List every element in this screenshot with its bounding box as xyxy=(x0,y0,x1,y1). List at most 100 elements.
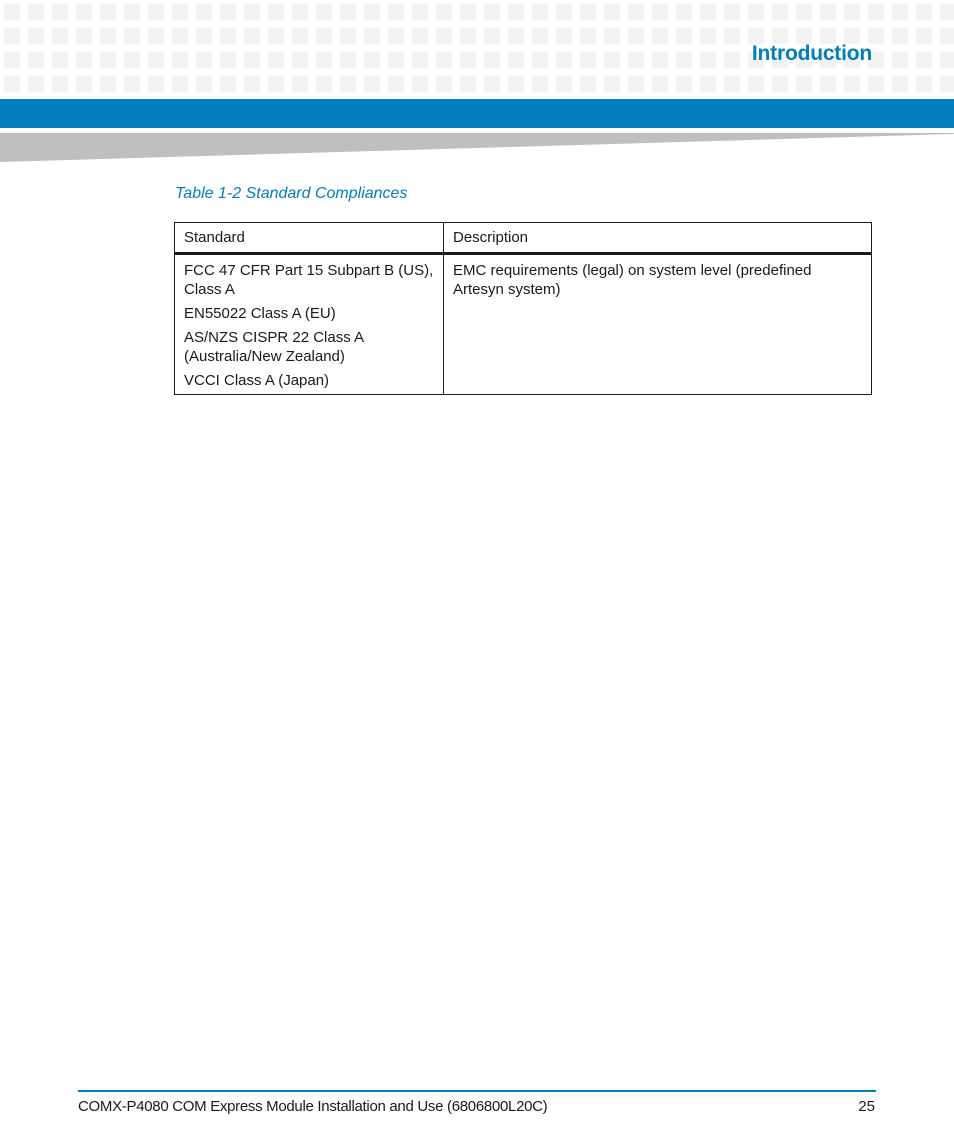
grid-square xyxy=(4,28,20,44)
grid-square xyxy=(4,52,20,68)
grid-square xyxy=(892,52,908,68)
grid-square xyxy=(196,28,212,44)
grid-square xyxy=(412,4,428,20)
grid-square xyxy=(700,76,716,92)
grid-square xyxy=(340,28,356,44)
standards-cell: FCC 47 CFR Part 15 Subpart B (US), Class… xyxy=(174,253,444,395)
grid-square xyxy=(364,28,380,44)
grid-square xyxy=(796,4,812,20)
grid-square xyxy=(556,4,572,20)
section-title: Introduction xyxy=(751,42,872,65)
grid-square xyxy=(652,52,668,68)
grid-square xyxy=(52,4,68,20)
grid-square xyxy=(460,52,476,68)
grid-square xyxy=(364,76,380,92)
grid-square xyxy=(868,76,884,92)
grid-square xyxy=(148,76,164,92)
grid-square xyxy=(244,4,260,20)
standard-item: EN55022 Class A (EU) xyxy=(184,305,336,322)
grid-square xyxy=(604,28,620,44)
standard-item: AS/NZS CISPR 22 Class A (Australia/New Z… xyxy=(184,329,364,365)
grid-square xyxy=(52,76,68,92)
grid-square xyxy=(340,76,356,92)
grid-square xyxy=(628,76,644,92)
grid-square xyxy=(916,28,932,44)
grid-square xyxy=(484,76,500,92)
grid-square xyxy=(316,4,332,20)
grid-square xyxy=(844,76,860,92)
grid-square xyxy=(100,28,116,44)
grid-square xyxy=(604,52,620,68)
grid-square xyxy=(412,52,428,68)
grid-square xyxy=(940,76,954,92)
grid-square xyxy=(892,28,908,44)
grid-square xyxy=(460,76,476,92)
grid-square xyxy=(508,76,524,92)
column-header-standard: Standard xyxy=(174,222,444,255)
grid-square xyxy=(532,52,548,68)
grid-square xyxy=(604,4,620,20)
grid-square xyxy=(4,76,20,92)
grid-square xyxy=(940,4,954,20)
grid-square xyxy=(268,76,284,92)
grid-square xyxy=(748,4,764,20)
grid-square xyxy=(628,4,644,20)
grid-square xyxy=(700,52,716,68)
grid-square xyxy=(628,28,644,44)
grid-square xyxy=(100,52,116,68)
grid-square xyxy=(724,28,740,44)
grid-square xyxy=(28,76,44,92)
grid-square xyxy=(652,28,668,44)
grid-square xyxy=(172,52,188,68)
grid-square xyxy=(676,28,692,44)
table-header-row: Standard Description xyxy=(174,222,872,255)
column-header-description: Description xyxy=(443,222,872,255)
grid-square xyxy=(52,52,68,68)
grid-square xyxy=(292,52,308,68)
grid-square xyxy=(508,28,524,44)
grid-square xyxy=(484,28,500,44)
grid-square xyxy=(76,28,92,44)
grid-square xyxy=(244,76,260,92)
grid-square xyxy=(388,52,404,68)
grid-square xyxy=(124,4,140,20)
grid-square xyxy=(916,4,932,20)
grid-square xyxy=(196,76,212,92)
grid-square xyxy=(724,76,740,92)
grid-square xyxy=(436,4,452,20)
grid-square xyxy=(268,52,284,68)
grid-square xyxy=(844,4,860,20)
grid-square xyxy=(52,28,68,44)
description-text: EMC requirements (legal) on system level… xyxy=(453,262,812,298)
grid-square xyxy=(268,28,284,44)
grid-square xyxy=(124,76,140,92)
grid-square xyxy=(172,4,188,20)
grid-square xyxy=(916,52,932,68)
grid-square xyxy=(436,52,452,68)
grid-square xyxy=(124,52,140,68)
grid-square xyxy=(676,76,692,92)
grid-square xyxy=(124,28,140,44)
grid-square xyxy=(268,4,284,20)
grid-square xyxy=(532,4,548,20)
grid-square xyxy=(580,28,596,44)
grid-square xyxy=(244,52,260,68)
grid-square xyxy=(436,28,452,44)
standard-item: FCC 47 CFR Part 15 Subpart B (US), Class… xyxy=(184,262,434,298)
grid-square xyxy=(748,76,764,92)
table-caption: Table 1-2 Standard Compliances xyxy=(175,185,408,202)
table-row: FCC 47 CFR Part 15 Subpart B (US), Class… xyxy=(174,253,872,395)
grid-square xyxy=(580,4,596,20)
grid-square xyxy=(580,52,596,68)
grid-square xyxy=(676,52,692,68)
grid-square xyxy=(292,76,308,92)
grid-square xyxy=(76,76,92,92)
grid-square xyxy=(580,76,596,92)
grid-square xyxy=(940,52,954,68)
grid-square xyxy=(364,52,380,68)
description-cell: EMC requirements (legal) on system level… xyxy=(443,253,872,395)
header-blue-band xyxy=(0,99,954,128)
grid-square xyxy=(700,28,716,44)
grid-square xyxy=(724,4,740,20)
grid-square xyxy=(556,52,572,68)
